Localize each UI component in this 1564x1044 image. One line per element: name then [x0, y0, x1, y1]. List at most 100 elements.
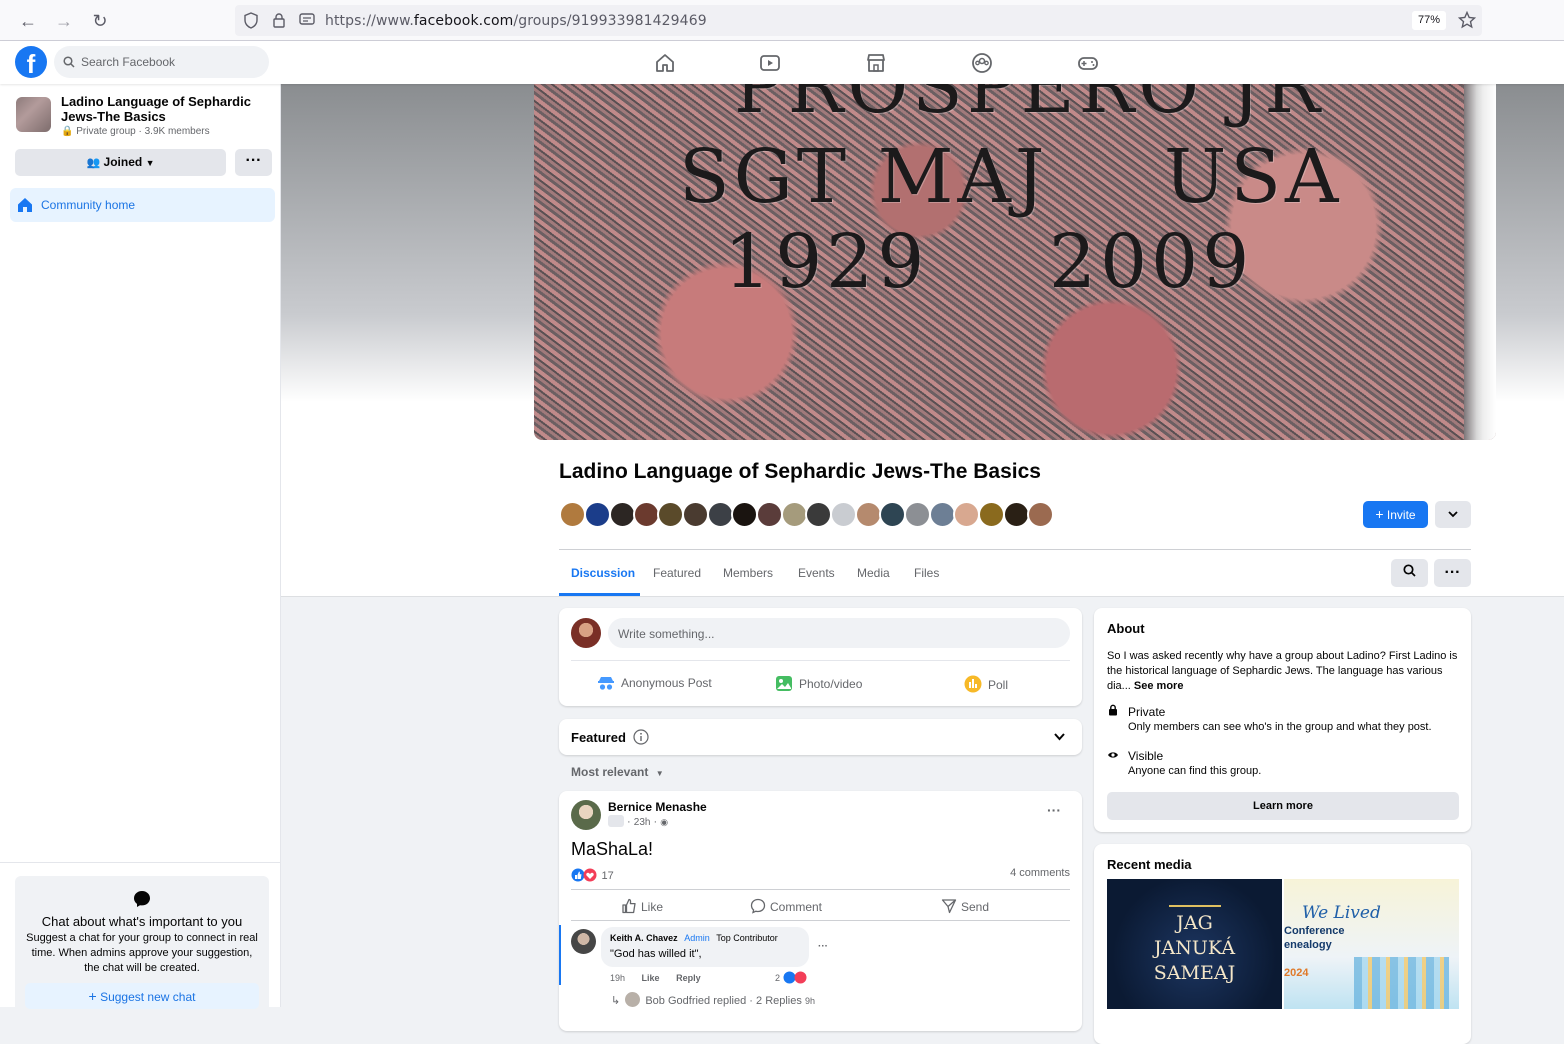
media-text-line: SAMEAJ — [1153, 962, 1236, 984]
member-avatar[interactable] — [978, 501, 1005, 528]
comment-author[interactable]: Keith A. Chavez — [610, 933, 678, 943]
group-more-button[interactable]: ··· — [235, 149, 272, 176]
suggest-chat-label: Suggest new chat — [100, 990, 196, 1004]
home-icon[interactable] — [653, 51, 677, 75]
tab-media[interactable]: Media — [857, 566, 890, 580]
back-icon[interactable]: ← — [15, 8, 41, 34]
sidebar-item-community-home[interactable]: Community home — [10, 188, 275, 222]
group-thumbnail[interactable] — [16, 97, 51, 132]
member-avatar[interactable] — [1027, 501, 1054, 528]
member-avatar[interactable] — [584, 501, 611, 528]
avatar[interactable] — [571, 618, 601, 648]
chevron-down-icon[interactable] — [1054, 733, 1065, 741]
send-button[interactable]: Send — [941, 898, 989, 914]
info-icon[interactable] — [633, 729, 649, 745]
page-info-icon[interactable] — [299, 13, 315, 27]
facebook-logo-icon[interactable]: f — [15, 46, 47, 78]
tab-discussion[interactable]: Discussion — [571, 566, 635, 580]
privacy-description: Only members can see who's in the group … — [1128, 721, 1432, 733]
avatar[interactable] — [571, 800, 601, 830]
member-avatar[interactable] — [633, 501, 660, 528]
search-input[interactable]: Search Facebook — [54, 46, 269, 78]
member-avatar[interactable] — [609, 501, 636, 528]
cover-photo[interactable]: PROSPERO JR SGT MAJ USA 1929 2009 — [534, 84, 1496, 440]
tab-files[interactable]: Files — [914, 566, 939, 580]
member-avatar[interactable] — [879, 501, 906, 528]
photo-video-button[interactable]: Photo/video — [775, 675, 862, 692]
sort-dropdown[interactable]: Most relevant ▼ — [571, 765, 664, 779]
invite-button[interactable]: + Invite — [1363, 501, 1428, 528]
anonymous-post-label: Anonymous Post — [621, 676, 712, 690]
reload-icon[interactable]: ↻ — [87, 8, 113, 34]
learn-more-button[interactable]: Learn more — [1107, 792, 1459, 820]
group-more-button[interactable]: ··· — [1434, 559, 1471, 587]
comment-like-button[interactable]: Like — [642, 973, 660, 983]
groups-icon[interactable] — [970, 51, 994, 75]
member-avatar[interactable] — [929, 501, 956, 528]
write-post-input[interactable]: Write something... — [608, 618, 1070, 648]
post-reactions[interactable]: 17 — [571, 866, 614, 884]
view-replies-link[interactable]: ↳ Bob Godfried replied · 2 Replies 9h — [611, 992, 815, 1007]
bookmark-star-icon[interactable] — [1458, 11, 1476, 29]
media-text-block: JAG JANUKÁ SAMEAJ — [1107, 911, 1282, 986]
member-avatar[interactable] — [805, 501, 832, 528]
see-more-link[interactable]: See more — [1134, 680, 1184, 692]
shield-icon[interactable] — [243, 12, 259, 29]
media-thumbnail[interactable]: JAG JANUKÁ SAMEAJ — [1107, 879, 1282, 1009]
header-dropdown-button[interactable] — [1435, 501, 1471, 528]
member-avatar[interactable] — [731, 501, 758, 528]
member-avatar[interactable] — [904, 501, 931, 528]
member-avatar[interactable] — [953, 501, 980, 528]
comment-options-icon[interactable]: ··· — [818, 941, 828, 952]
video-icon[interactable] — [758, 51, 782, 75]
suggest-new-chat-button[interactable]: + Suggest new chat — [25, 983, 259, 1009]
media-thumbnail[interactable]: We Lived Conference enealogy 2024 — [1284, 879, 1459, 1009]
marketplace-icon[interactable] — [864, 51, 888, 75]
member-avatar[interactable] — [1003, 501, 1030, 528]
tab-events[interactable]: Events — [798, 566, 835, 580]
member-avatar[interactable] — [682, 501, 709, 528]
forward-icon[interactable]: → — [51, 8, 77, 34]
member-avatar[interactable] — [756, 501, 783, 528]
group-title[interactable]: Ladino Language of Sephardic Jews-The Ba… — [559, 460, 1041, 484]
member-avatar[interactable] — [657, 501, 684, 528]
comment-button[interactable]: Comment — [750, 898, 822, 914]
member-avatar[interactable] — [781, 501, 808, 528]
joined-label: Joined — [103, 155, 143, 169]
tab-members[interactable]: Members — [723, 566, 773, 580]
recent-media-title: Recent media — [1107, 857, 1192, 872]
member-avatar[interactable] — [559, 501, 586, 528]
member-avatar[interactable] — [855, 501, 882, 528]
divider — [571, 889, 1070, 890]
chat-promo-description: Suggest a chat for your group to connect… — [26, 932, 258, 974]
media-text-line: We Lived — [1302, 903, 1381, 923]
member-avatar[interactable] — [707, 501, 734, 528]
admin-badge: Admin — [684, 933, 710, 943]
comment-reply-button[interactable]: Reply — [676, 973, 701, 983]
group-search-button[interactable] — [1391, 559, 1428, 587]
avatar[interactable] — [571, 929, 596, 954]
address-bar[interactable]: https://www.facebook.com/groups/91993398… — [235, 5, 1482, 36]
like-label: Like — [641, 900, 664, 914]
media-text-line: enealogy — [1284, 939, 1332, 951]
post-time[interactable]: 23h — [634, 817, 651, 828]
sidebar-group-name[interactable]: Ladino Language of Sephardic Jews-The Ba… — [61, 94, 261, 124]
post-options-icon[interactable]: ··· — [1047, 802, 1061, 818]
anonymous-post-button[interactable]: Anonymous Post — [597, 675, 712, 691]
zoom-level[interactable]: 77% — [1411, 11, 1446, 30]
lock-icon[interactable] — [272, 12, 286, 28]
tab-featured[interactable]: Featured — [653, 566, 701, 580]
post-author[interactable]: Bernice Menashe — [608, 800, 707, 814]
gaming-icon[interactable] — [1076, 51, 1100, 75]
poll-button[interactable]: Poll — [964, 675, 1008, 693]
like-button[interactable]: Like — [621, 898, 663, 914]
joined-button[interactable]: 👥 Joined ▼ — [15, 149, 226, 176]
comments-count[interactable]: 4 comments — [1010, 867, 1070, 879]
replies-summary: Bob Godfried replied · 2 Replies — [645, 995, 802, 1007]
media-text-line: Conference — [1284, 925, 1345, 937]
comment-reactions[interactable]: 2 — [775, 971, 807, 984]
featured-section[interactable]: Featured — [559, 719, 1082, 755]
member-avatar[interactable] — [830, 501, 857, 528]
cover-engraving-line1: PROSPERO JR — [734, 84, 1324, 130]
comment-time[interactable]: 19h — [610, 973, 625, 983]
